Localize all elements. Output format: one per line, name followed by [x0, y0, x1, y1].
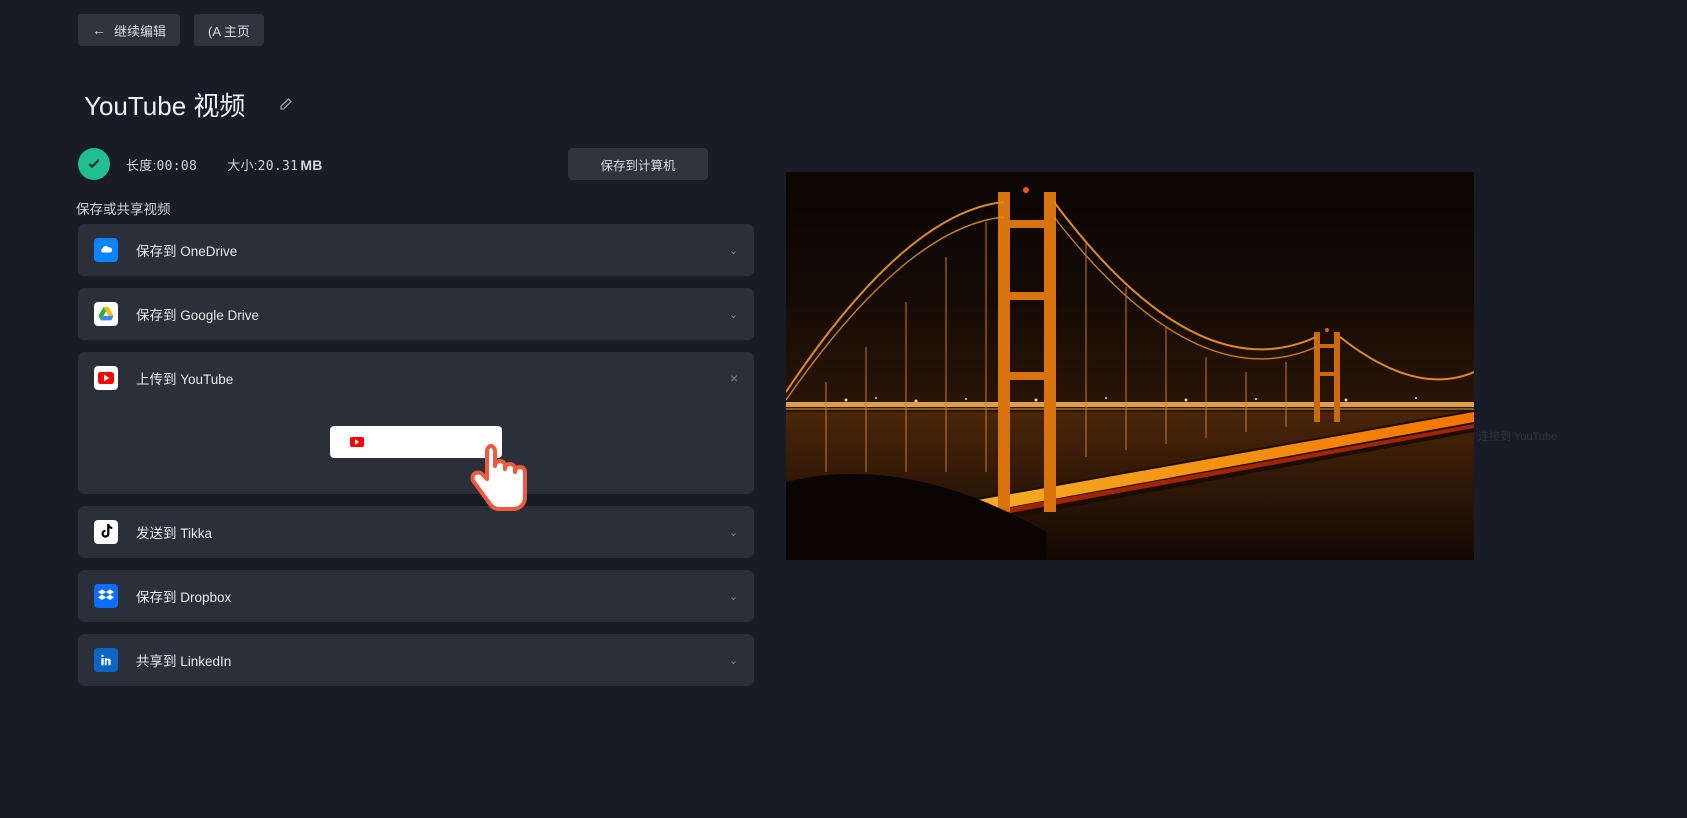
share-section-label: 保存或共享视频: [76, 198, 171, 218]
dropbox-label: 保存到 Dropbox: [136, 586, 231, 606]
linkedin-icon: [94, 648, 118, 672]
edit-title-icon[interactable]: [277, 97, 293, 113]
chevron-down-icon: ⌄: [729, 244, 738, 257]
gdrive-label: 保存到 Google Drive: [136, 304, 259, 324]
chevron-down-icon: ⌄: [729, 308, 738, 321]
share-list: 保存到 OneDrive ⌄ 保存到 Google Drive ⌄ 上传到 Yo…: [78, 224, 754, 686]
close-icon[interactable]: ×: [730, 370, 738, 386]
share-item-gdrive[interactable]: 保存到 Google Drive ⌄: [78, 288, 754, 340]
share-item-linkedin[interactable]: 共享到 LinkedIn ⌄: [78, 634, 754, 686]
chevron-down-icon: ⌄: [729, 654, 738, 667]
side-note: 连接到 YouTube: [1478, 428, 1557, 444]
save-to-computer-label: 保存到计算机: [600, 155, 675, 174]
arrow-left-icon: ←: [92, 22, 106, 38]
home-button[interactable]: (A 主页: [194, 14, 264, 46]
chevron-down-icon: ⌄: [729, 590, 738, 603]
share-item-dropbox[interactable]: 保存到 Dropbox ⌄: [78, 570, 754, 622]
home-label: (A 主页: [208, 21, 250, 40]
gdrive-icon: [94, 302, 118, 326]
status-check-icon: [78, 148, 110, 180]
tiktok-label: 发送到 Tikka: [136, 522, 212, 542]
onedrive-icon: [94, 238, 118, 262]
linkedin-label: 共享到 LinkedIn: [136, 650, 231, 670]
share-item-tiktok[interactable]: 发送到 Tikka ⌄: [78, 506, 754, 558]
connect-youtube-button[interactable]: [330, 426, 502, 458]
youtube-label: 上传到 YouTube: [136, 368, 233, 388]
share-item-onedrive[interactable]: 保存到 OneDrive ⌄: [78, 224, 754, 276]
chevron-down-icon: ⌄: [729, 526, 738, 539]
onedrive-label: 保存到 OneDrive: [136, 240, 237, 260]
youtube-connect-area: [94, 426, 738, 458]
tiktok-icon: [94, 520, 118, 544]
page-title: YouTube 视频: [84, 86, 245, 123]
share-item-youtube[interactable]: 上传到 YouTube ×: [78, 352, 754, 494]
video-preview: [786, 172, 1474, 560]
continue-edit-label: 继续编辑: [114, 21, 166, 40]
youtube-icon: [94, 366, 118, 390]
dropbox-icon: [94, 584, 118, 608]
save-to-computer-button[interactable]: 保存到计算机: [568, 148, 708, 180]
size-label: 大小:20.31MB: [227, 155, 323, 174]
length-label: 长度:00:08: [126, 155, 197, 174]
youtube-mini-icon: [350, 437, 364, 447]
continue-edit-button[interactable]: ← 继续编辑: [78, 14, 180, 46]
